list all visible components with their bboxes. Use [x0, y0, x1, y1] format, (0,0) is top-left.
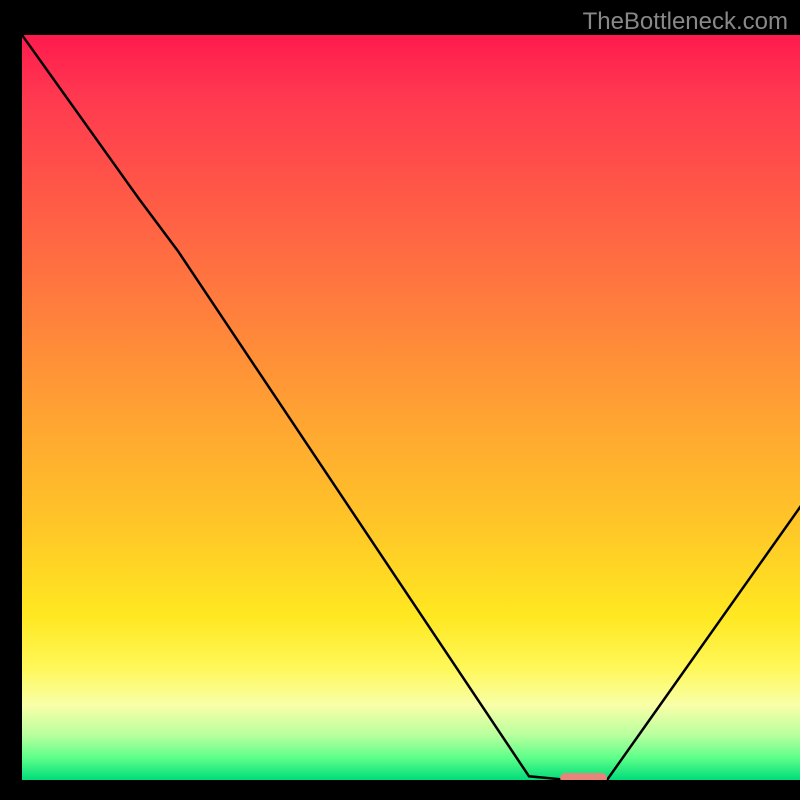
- chart-container: TheBottleneck.com: [20, 0, 800, 780]
- bottleneck-curve-path: [22, 35, 800, 780]
- optimal-marker: [560, 773, 607, 780]
- plot-area: [20, 35, 800, 782]
- curve-svg: [22, 35, 800, 780]
- watermark-text: TheBottleneck.com: [583, 8, 788, 36]
